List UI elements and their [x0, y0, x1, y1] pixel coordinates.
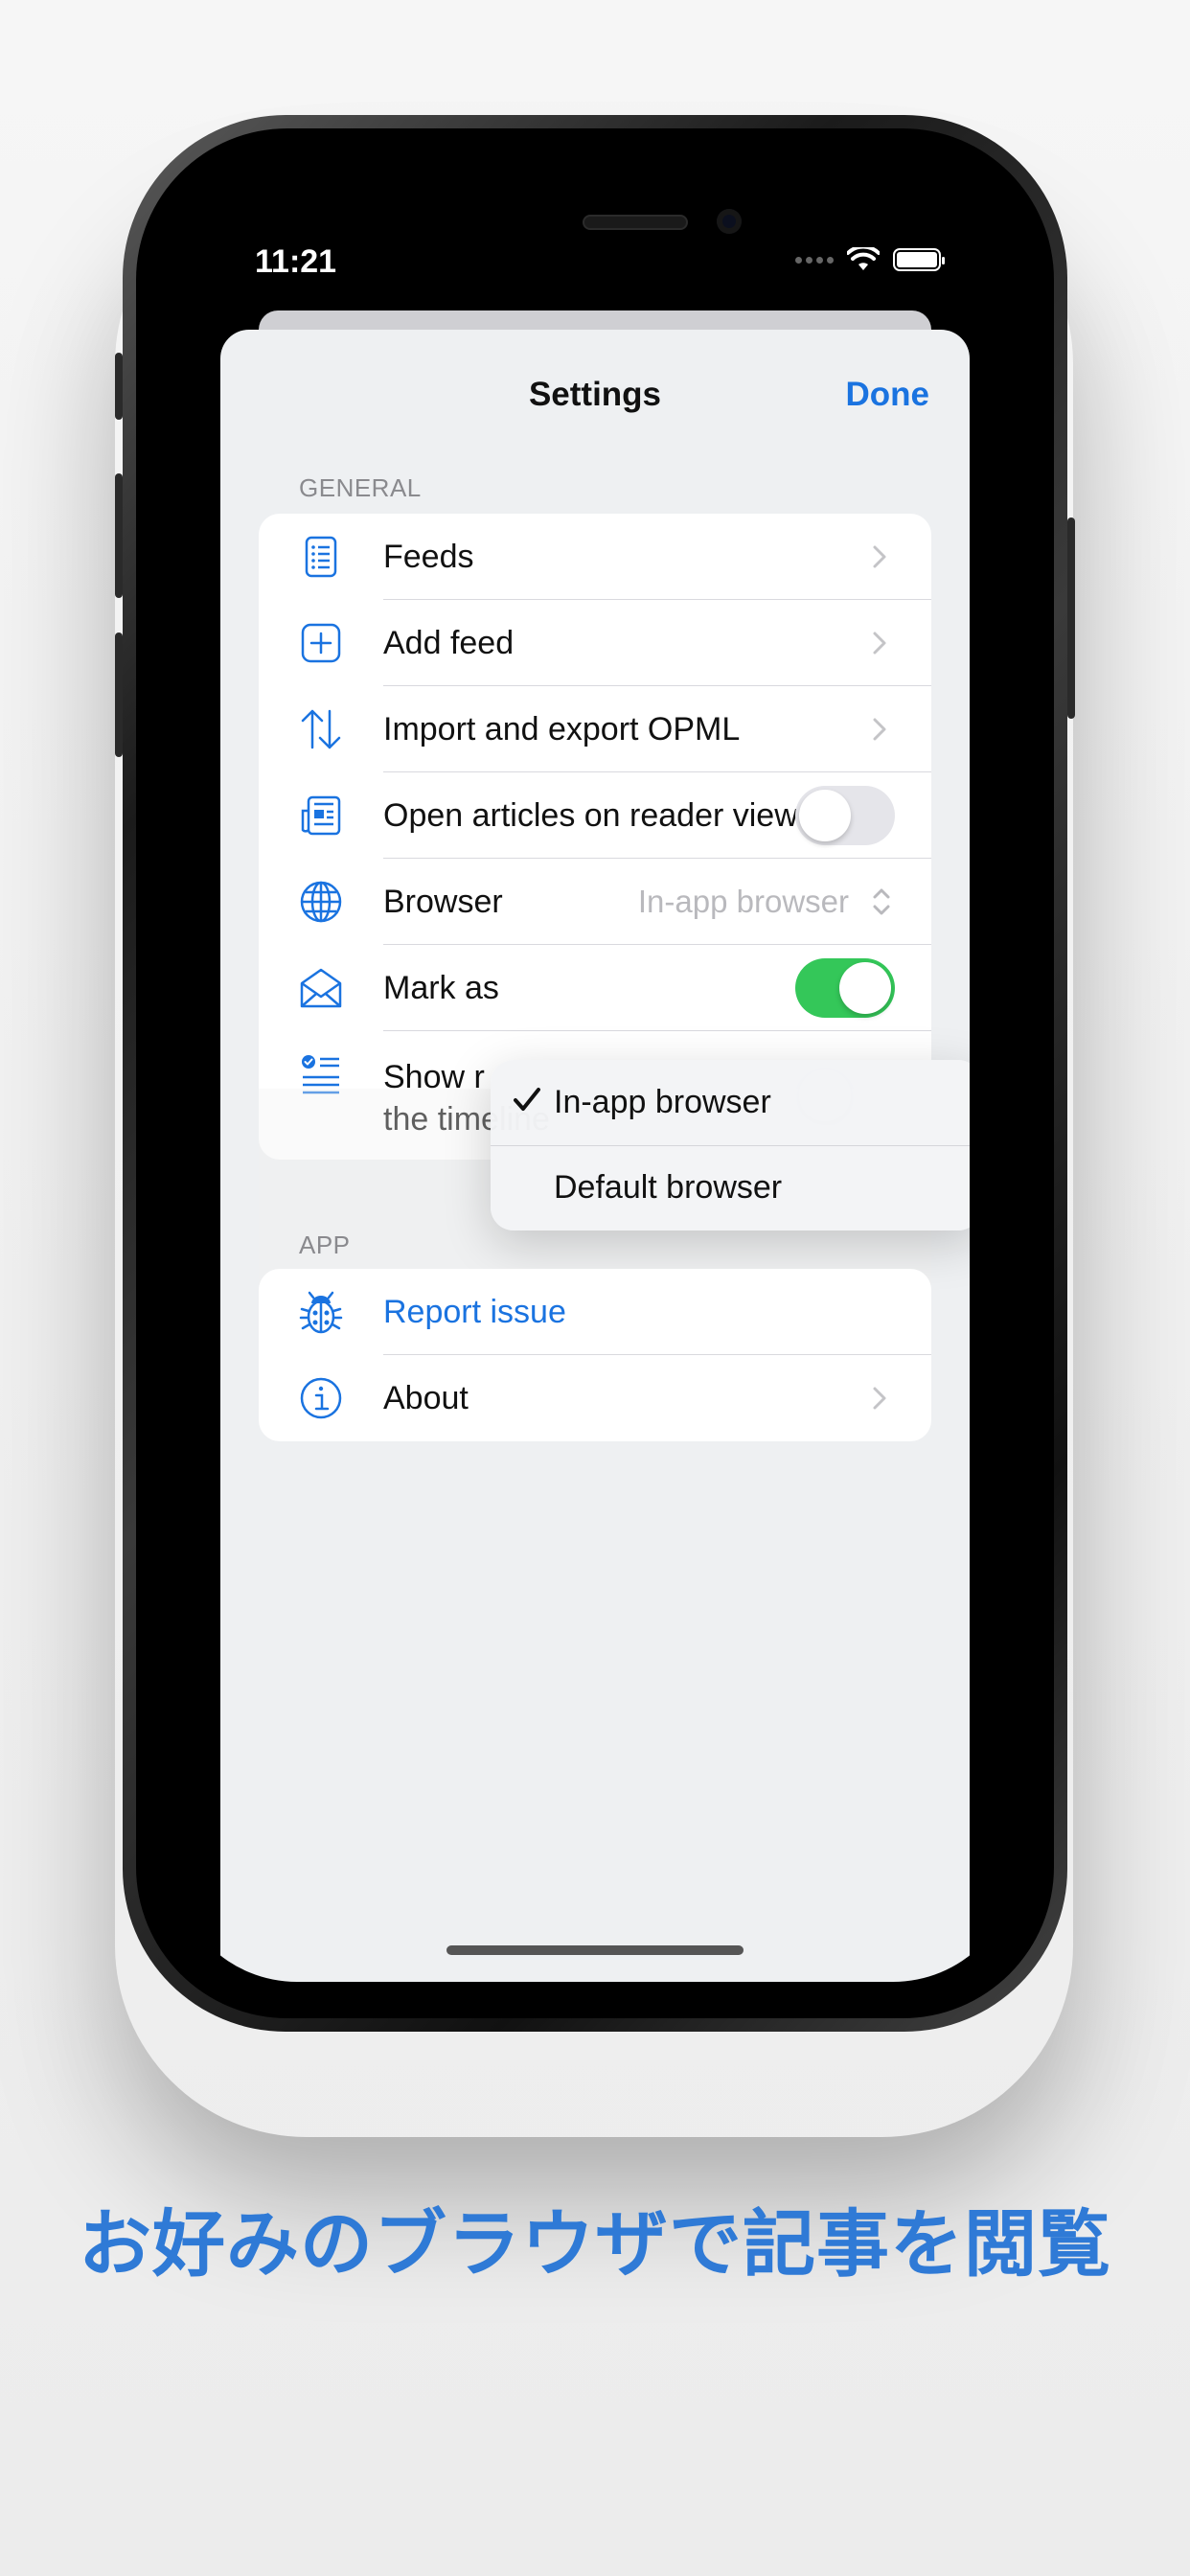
row-label: Report issue: [383, 1293, 566, 1330]
row-browser[interactable]: Browser In-app browser: [259, 859, 931, 945]
status-icons: [795, 247, 945, 272]
chevron-up-down-icon: [873, 888, 890, 915]
row-label: Import and export OPML: [383, 710, 741, 748]
globe-icon: [295, 876, 347, 928]
row-feeds[interactable]: Feeds: [259, 514, 931, 600]
cellular-icon: [795, 256, 834, 264]
ladybug-icon: [295, 1286, 347, 1338]
menu-item-default-browser[interactable]: Default browser: [491, 1145, 970, 1230]
row-label: Feeds: [383, 538, 474, 575]
arrows-up-down-icon: [295, 703, 347, 755]
menu-item-in-app-browser[interactable]: In-app browser: [491, 1060, 970, 1145]
row-label: Mark as: [383, 969, 499, 1006]
mark-as-toggle[interactable]: [795, 958, 895, 1018]
chevron-right-icon: [873, 1387, 886, 1410]
reader-view-toggle[interactable]: [795, 786, 895, 845]
row-label: Open articles on reader view: [383, 796, 798, 834]
row-mark-as: Mark as: [259, 945, 931, 1031]
list-icon: [295, 531, 347, 583]
phone-bezel: 11:21 Settings Done GENERAL Feeds Add fe…: [136, 128, 1054, 2018]
promo-caption: お好みのブラウザで記事を閲覧: [79, 2204, 1111, 2286]
row-import-export-opml[interactable]: Import and export OPML: [259, 686, 931, 772]
row-label: Browser: [383, 883, 503, 920]
chevron-right-icon: [873, 545, 886, 568]
chevron-right-icon: [873, 632, 886, 655]
checkmark-icon: [514, 1088, 540, 1111]
envelope-open-icon: [295, 962, 347, 1014]
app-group: Report issue About: [259, 1269, 931, 1441]
status-time: 11:21: [255, 243, 337, 280]
browser-value: In-app browser: [637, 884, 849, 919]
section-header-app: APP: [299, 1230, 351, 1259]
volume-down-button: [115, 632, 123, 757]
newspaper-icon: [295, 790, 347, 841]
wifi-icon: [847, 247, 880, 270]
toggle-knob: [799, 790, 851, 841]
settings-sheet: Settings Done GENERAL Feeds Add feed Imp…: [220, 330, 970, 1982]
phone-frame: 11:21 Settings Done GENERAL Feeds Add fe…: [115, 115, 1075, 2032]
section-header-general: GENERAL: [299, 473, 422, 502]
row-label: Add feed: [383, 624, 515, 661]
row-about[interactable]: About: [259, 1355, 931, 1441]
info-circle-icon: [295, 1372, 347, 1424]
volume-up-button: [115, 473, 123, 598]
earpiece-speaker: [583, 215, 688, 230]
menu-item-label: Default browser: [554, 1169, 783, 1206]
row-report-issue[interactable]: Report issue: [259, 1269, 931, 1355]
battery-icon: [893, 248, 945, 271]
done-button[interactable]: Done: [846, 376, 930, 414]
front-camera: [717, 209, 742, 234]
menu-item-label: In-app browser: [554, 1084, 771, 1120]
row-add-feed[interactable]: Add feed: [259, 600, 931, 686]
chevron-right-icon: [873, 718, 886, 741]
row-reader-view: Open articles on reader view: [259, 772, 931, 859]
screen: 11:21 Settings Done GENERAL Feeds Add fe…: [172, 165, 1018, 1982]
plus-square-icon: [295, 617, 347, 669]
power-button: [1067, 518, 1075, 719]
mute-switch: [115, 353, 123, 420]
toggle-knob: [839, 962, 891, 1014]
row-label: About: [383, 1379, 469, 1416]
home-indicator[interactable]: [446, 1945, 744, 1955]
browser-menu: In-app browser Default browser: [491, 1060, 970, 1230]
